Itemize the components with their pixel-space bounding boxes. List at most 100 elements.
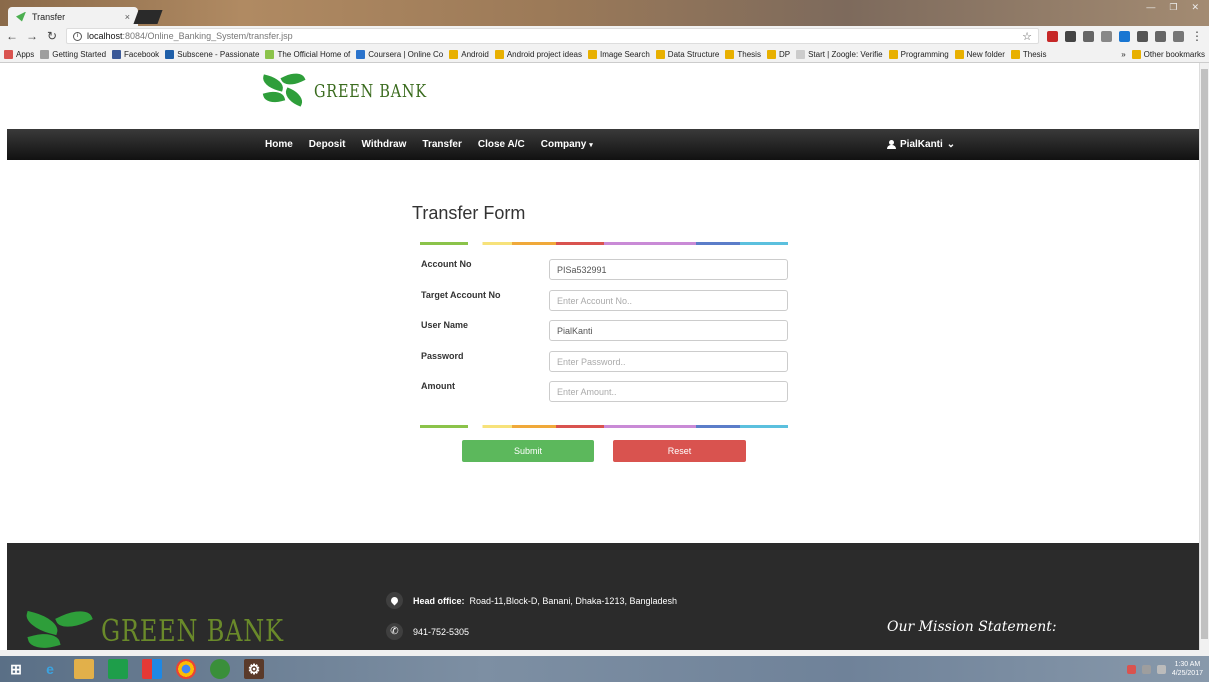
other-bookmarks[interactable]: Other bookmarks bbox=[1131, 49, 1205, 59]
bookmark-item[interactable]: Android bbox=[449, 49, 489, 59]
bookmark-label: Android project ideas bbox=[506, 49, 582, 59]
submit-button[interactable]: Submit bbox=[462, 440, 594, 462]
bookmark-item[interactable]: Thesis bbox=[1010, 49, 1046, 59]
bookmark-item[interactable]: Thesis bbox=[725, 49, 761, 59]
user-menu[interactable]: PialKanti ⌄ bbox=[887, 129, 955, 160]
target-account-input[interactable] bbox=[549, 290, 788, 311]
head-office-row: Head office: Road-11,Block-D, Banani, Dh… bbox=[386, 592, 677, 609]
bookmark-icon bbox=[494, 49, 504, 59]
browser-tab[interactable]: Transfer × bbox=[8, 7, 138, 26]
site-info-icon[interactable]: i bbox=[73, 31, 82, 41]
extension-camera-icon[interactable] bbox=[1137, 30, 1148, 42]
bookmark-item[interactable]: Subscene - Passionate bbox=[165, 49, 260, 59]
site-footer: GREEN BANK Head office: Road-11,Block-D,… bbox=[7, 543, 1199, 650]
bookmark-item[interactable]: Data Structure bbox=[655, 49, 719, 59]
rainbow-divider-bottom bbox=[420, 425, 788, 428]
browser-menu-icon[interactable]: ⋮ bbox=[1191, 29, 1203, 43]
back-icon[interactable]: ← bbox=[6, 29, 18, 43]
bookmark-item[interactable]: Start | Zoogle: Verifie bbox=[796, 49, 883, 59]
bookmark-label: Subscene - Passionate bbox=[177, 49, 260, 59]
tray-network-icon[interactable] bbox=[1141, 664, 1151, 674]
nav-deposit[interactable]: Deposit bbox=[309, 139, 346, 150]
nav-withdraw[interactable]: Withdraw bbox=[361, 139, 406, 150]
windows-taskbar: ⊞ e ⚙ 1:30 AM 4/25/2017 bbox=[0, 656, 1209, 682]
nav-company-label: Company bbox=[540, 139, 587, 150]
tab-close-icon[interactable]: × bbox=[125, 12, 130, 22]
reset-button[interactable]: Reset bbox=[613, 440, 746, 462]
user-name-input[interactable] bbox=[549, 320, 788, 341]
amount-label: Amount bbox=[421, 381, 455, 391]
close-window-icon[interactable]: ✕ bbox=[1187, 2, 1203, 13]
site-logo[interactable]: GREEN BANK bbox=[260, 68, 455, 109]
account-no-input[interactable] bbox=[549, 259, 788, 280]
extension-cloud-icon[interactable] bbox=[1065, 30, 1076, 42]
nav-company-dropdown[interactable]: Company ▾ bbox=[541, 139, 593, 150]
phone-row: ✆ 941-752-5305 bbox=[386, 623, 469, 640]
app-icon[interactable] bbox=[142, 659, 162, 679]
nav-close-account[interactable]: Close A/C bbox=[478, 139, 525, 150]
netbeans-icon[interactable] bbox=[210, 659, 230, 679]
nav-home[interactable]: Home bbox=[265, 139, 293, 150]
forward-icon[interactable]: → bbox=[26, 29, 38, 43]
bookmark-label: Coursera | Online Co bbox=[368, 49, 444, 59]
chrome-icon[interactable] bbox=[176, 659, 196, 679]
form-row-amount: Amount bbox=[421, 381, 788, 402]
main-navbar: Home Deposit Withdraw Transfer Close A/C… bbox=[7, 129, 1199, 160]
windows-start-icon[interactable]: ⊞ bbox=[6, 659, 26, 679]
extension-shield-icon[interactable] bbox=[1173, 30, 1184, 42]
bookmark-label: New folder bbox=[966, 49, 1005, 59]
bookmark-label: Image Search bbox=[599, 49, 650, 59]
minimize-icon[interactable]: — bbox=[1142, 2, 1159, 13]
footer-leaf-logo-icon bbox=[23, 604, 95, 650]
footer-logo: GREEN BANK bbox=[23, 604, 330, 650]
tray-antivirus-icon[interactable] bbox=[1126, 664, 1136, 674]
store-icon[interactable] bbox=[108, 659, 128, 679]
leaf-logo-icon bbox=[260, 68, 308, 109]
bookmark-icon bbox=[587, 49, 597, 59]
bookmark-item[interactable]: Coursera | Online Co bbox=[356, 49, 444, 59]
amount-input[interactable] bbox=[549, 381, 788, 402]
bookmark-item[interactable]: Facebook bbox=[112, 49, 160, 59]
password-input[interactable] bbox=[549, 351, 788, 372]
internet-explorer-icon[interactable]: e bbox=[40, 659, 60, 679]
bookmark-icon bbox=[655, 49, 665, 59]
bookmark-item[interactable]: Android project ideas bbox=[494, 49, 582, 59]
settings-gear-icon[interactable]: ⚙ bbox=[244, 659, 264, 679]
form-title: Transfer Form bbox=[412, 203, 526, 223]
bookmark-label: DP bbox=[778, 49, 791, 59]
file-explorer-icon[interactable] bbox=[74, 659, 94, 679]
extension-mail-icon[interactable] bbox=[1155, 30, 1166, 42]
system-tray: 1:30 AM 4/25/2017 bbox=[1126, 660, 1203, 678]
clock-time: 1:30 AM bbox=[1174, 661, 1201, 668]
reload-icon[interactable]: ↻ bbox=[46, 29, 58, 43]
bookmark-item[interactable]: Programming bbox=[888, 49, 949, 59]
vertical-scrollbar[interactable] bbox=[1199, 63, 1209, 650]
nav-transfer[interactable]: Transfer bbox=[422, 139, 461, 150]
bookmark-star-icon[interactable]: ☆ bbox=[1022, 30, 1032, 43]
bookmark-item[interactable]: DP bbox=[766, 49, 791, 59]
extension-c-icon[interactable] bbox=[1119, 30, 1130, 42]
bookmarks-overflow-icon[interactable]: » bbox=[1121, 50, 1125, 59]
bookmark-item[interactable]: Getting Started bbox=[40, 49, 107, 59]
bookmark-item[interactable]: Image Search bbox=[587, 49, 650, 59]
extension-abp-icon[interactable] bbox=[1047, 30, 1058, 42]
bookmark-icon bbox=[265, 49, 275, 59]
scrollbar-thumb[interactable] bbox=[1201, 69, 1208, 639]
maximize-icon[interactable]: ❐ bbox=[1165, 2, 1181, 13]
bookmark-item[interactable]: New folder bbox=[954, 49, 1005, 59]
bookmark-icon bbox=[766, 49, 776, 59]
tray-volume-icon[interactable] bbox=[1156, 664, 1166, 674]
bookmark-item[interactable]: Apps bbox=[4, 49, 34, 59]
new-tab-button[interactable] bbox=[133, 10, 163, 24]
bookmark-item[interactable]: The Official Home of bbox=[265, 49, 350, 59]
extension-drop-icon[interactable] bbox=[1083, 30, 1094, 42]
bookmark-label: Getting Started bbox=[52, 49, 107, 59]
extension-translate-icon[interactable] bbox=[1101, 30, 1112, 42]
bookmark-label: Facebook bbox=[124, 49, 160, 59]
caret-down-icon: ▾ bbox=[589, 142, 593, 149]
rainbow-divider-top bbox=[420, 242, 788, 245]
taskbar-clock[interactable]: 1:30 AM 4/25/2017 bbox=[1172, 660, 1203, 678]
footer-brand-name: GREEN BANK bbox=[101, 613, 284, 649]
address-bar[interactable]: i localhost:8084/Online_Banking_System/t… bbox=[66, 28, 1039, 44]
brand-name: GREEN BANK bbox=[314, 80, 427, 102]
